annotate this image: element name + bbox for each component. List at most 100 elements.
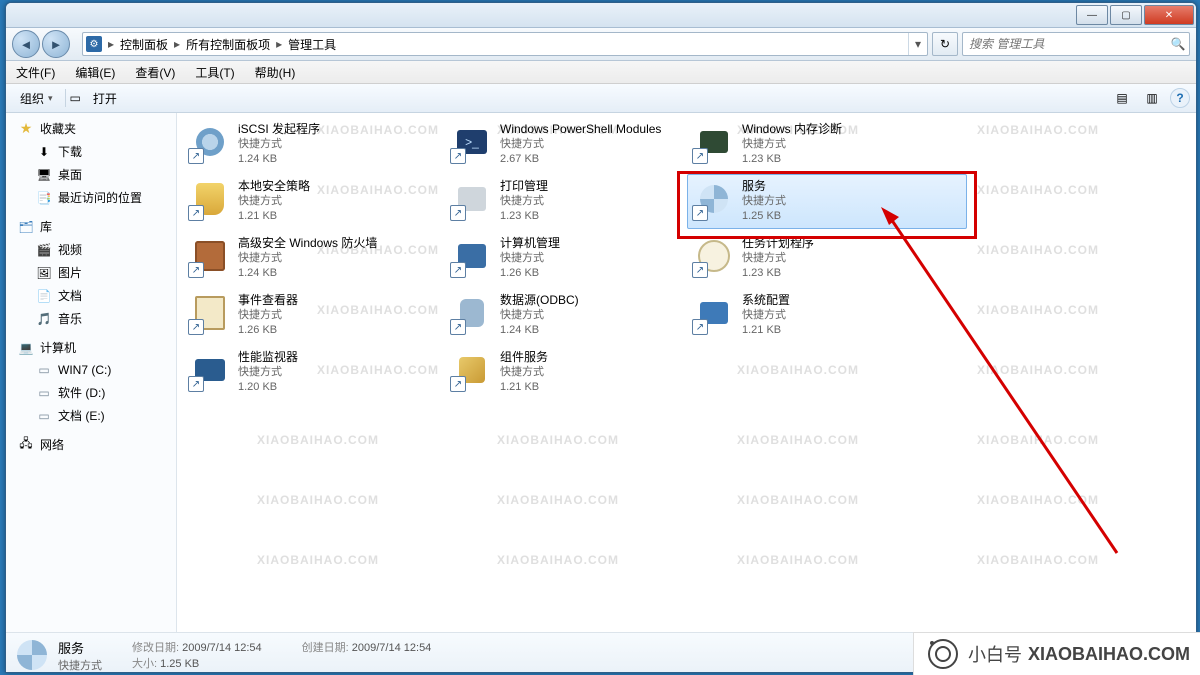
chevron-right-icon: ▸	[172, 37, 182, 51]
brand-icon	[928, 639, 958, 669]
shortcut-icon: ↗	[692, 319, 708, 335]
item-iscsi[interactable]: ↗ iSCSI 发起程序快捷方式1.24 KB	[183, 117, 435, 172]
sidebar-desktop[interactable]: 🖥桌面	[6, 163, 176, 186]
details-name: 服务	[58, 638, 102, 657]
shortcut-icon: ↗	[188, 376, 204, 392]
star-icon: ★	[18, 121, 34, 137]
sidebar-music[interactable]: 🎵音乐	[6, 307, 176, 330]
desktop-icon: 🖥	[36, 167, 52, 183]
open-icon: ▭	[70, 91, 81, 105]
item-odbc[interactable]: ↗ 数据源(ODBC)快捷方式1.24 KB	[445, 288, 685, 343]
drive-icon: ▭	[36, 362, 52, 378]
picture-icon: 🖼	[36, 265, 52, 281]
file-list[interactable]: XIAOBAIHAO.COM XIAOBAIHAO.COM XIAOBAIHAO…	[177, 113, 1196, 632]
drive-icon: ▭	[36, 408, 52, 424]
shortcut-icon: ↗	[450, 376, 466, 392]
network-icon: 🖧	[18, 437, 34, 453]
close-button[interactable]: ✕	[1144, 5, 1194, 25]
search-icon[interactable]: 🔍	[1167, 37, 1189, 51]
shortcut-icon: ↗	[450, 205, 466, 221]
item-task-scheduler[interactable]: ↗ 任务计划程序快捷方式1.23 KB	[687, 231, 967, 286]
help-button[interactable]: ?	[1170, 88, 1190, 108]
item-local-security[interactable]: ↗ 本地安全策略快捷方式1.21 KB	[183, 174, 435, 229]
titlebar: — ▢ ✕	[6, 3, 1196, 28]
recent-icon: 📑	[36, 190, 52, 206]
menu-help[interactable]: 帮助(H)	[245, 61, 306, 83]
details-modified: 2009/7/14 12:54	[182, 642, 262, 654]
crumb-all-items[interactable]: 所有控制面板项	[182, 33, 274, 55]
item-component-services[interactable]: ↗ 组件服务快捷方式1.21 KB	[445, 345, 685, 400]
chevron-down-icon: ▾	[48, 93, 53, 104]
chevron-right-icon: ▸	[106, 37, 116, 51]
menu-file[interactable]: 文件(F)	[6, 61, 65, 83]
drive-icon: ▭	[36, 385, 52, 401]
sidebar-recent[interactable]: 📑最近访问的位置	[6, 186, 176, 209]
search-box[interactable]: 🔍	[962, 32, 1190, 56]
shortcut-icon: ↗	[450, 148, 466, 164]
shortcut-icon: ↗	[188, 148, 204, 164]
shortcut-icon: ↗	[450, 319, 466, 335]
organize-button[interactable]: 组织▾	[12, 87, 61, 109]
sidebar-libraries[interactable]: 🗂库	[6, 215, 176, 238]
address-bar[interactable]: ⚙ ▸ 控制面板 ▸ 所有控制面板项 ▸ 管理工具 ▾	[82, 32, 928, 56]
back-button[interactable]: ◄	[12, 30, 40, 58]
brand-footer: 小白号 XIAOBAIHAO.COM	[913, 632, 1200, 675]
toolbar: 组织▾ ▭ 打开 ▤ ▥ ?	[6, 84, 1196, 113]
crumb-admin-tools[interactable]: 管理工具	[284, 33, 340, 55]
sidebar-downloads[interactable]: ⬇下载	[6, 140, 176, 163]
item-event-viewer[interactable]: ↗ 事件查看器快捷方式1.26 KB	[183, 288, 435, 343]
document-icon: 📄	[36, 288, 52, 304]
open-button[interactable]: 打开	[85, 87, 125, 109]
nav-row: ◄ ► ⚙ ▸ 控制面板 ▸ 所有控制面板项 ▸ 管理工具 ▾ ↻ 🔍	[6, 28, 1196, 61]
details-type: 快捷方式	[58, 657, 102, 673]
crumb-control-panel[interactable]: 控制面板	[116, 33, 172, 55]
sidebar-network[interactable]: 🖧网络	[6, 433, 176, 456]
explorer-window: — ▢ ✕ ◄ ► ⚙ ▸ 控制面板 ▸ 所有控制面板项 ▸ 管理工具 ▾ ↻ …	[5, 2, 1197, 673]
item-powershell[interactable]: >_↗ Windows PowerShell Modules快捷方式2.67 K…	[445, 117, 685, 172]
sidebar-computer[interactable]: 💻计算机	[6, 336, 176, 359]
navigation-pane[interactable]: ★收藏夹 ⬇下载 🖥桌面 📑最近访问的位置 🗂库 🎬视频 🖼图片 📄文档 🎵音乐…	[6, 113, 177, 632]
details-created: 2009/7/14 12:54	[352, 642, 432, 654]
item-memory-diag[interactable]: ↗ Windows 内存诊断快捷方式1.23 KB	[687, 117, 967, 172]
item-computer-mgmt[interactable]: ↗ 计算机管理快捷方式1.26 KB	[445, 231, 685, 286]
minimize-button[interactable]: —	[1076, 5, 1108, 25]
video-icon: 🎬	[36, 242, 52, 258]
details-size: 1.25 KB	[160, 658, 199, 670]
item-perf-monitor[interactable]: ↗ 性能监视器快捷方式1.20 KB	[183, 345, 435, 400]
menu-edit[interactable]: 编辑(E)	[65, 61, 125, 83]
chevron-right-icon: ▸	[274, 37, 284, 51]
control-panel-icon: ⚙	[86, 36, 102, 52]
shortcut-icon: ↗	[692, 148, 708, 164]
menu-bar: 文件(F) 编辑(E) 查看(V) 工具(T) 帮助(H)	[6, 61, 1196, 84]
menu-view[interactable]: 查看(V)	[125, 61, 185, 83]
sidebar-drive-c[interactable]: ▭WIN7 (C:)	[6, 359, 176, 381]
item-firewall[interactable]: ↗ 高级安全 Windows 防火墙快捷方式1.24 KB	[183, 231, 435, 286]
maximize-button[interactable]: ▢	[1110, 5, 1142, 25]
item-services[interactable]: ↗ 服务快捷方式1.25 KB	[687, 174, 967, 229]
shortcut-icon: ↗	[188, 319, 204, 335]
shortcut-icon: ↗	[450, 262, 466, 278]
search-input[interactable]	[963, 37, 1167, 51]
forward-button[interactable]: ►	[42, 30, 70, 58]
sidebar-documents[interactable]: 📄文档	[6, 284, 176, 307]
separator	[65, 89, 66, 107]
sidebar-drive-e[interactable]: ▭文档 (E:)	[6, 404, 176, 427]
preview-pane-button[interactable]: ▥	[1140, 86, 1164, 110]
shortcut-icon: ↗	[692, 262, 708, 278]
item-print-mgmt[interactable]: ↗ 打印管理快捷方式1.23 KB	[445, 174, 685, 229]
main-area: ★收藏夹 ⬇下载 🖥桌面 📑最近访问的位置 🗂库 🎬视频 🖼图片 📄文档 🎵音乐…	[6, 113, 1196, 632]
sidebar-pictures[interactable]: 🖼图片	[6, 261, 176, 284]
shortcut-icon: ↗	[188, 262, 204, 278]
view-options-button[interactable]: ▤	[1110, 86, 1134, 110]
shortcut-icon: ↗	[188, 205, 204, 221]
sidebar-favorites[interactable]: ★收藏夹	[6, 117, 176, 140]
menu-tools[interactable]: 工具(T)	[185, 61, 244, 83]
services-icon	[16, 639, 48, 671]
library-icon: 🗂	[18, 219, 34, 235]
refresh-button[interactable]: ↻	[932, 32, 958, 56]
item-system-config[interactable]: ↗ 系统配置快捷方式1.21 KB	[687, 288, 967, 343]
address-dropdown[interactable]: ▾	[908, 33, 927, 55]
sidebar-drive-d[interactable]: ▭软件 (D:)	[6, 381, 176, 404]
sidebar-videos[interactable]: 🎬视频	[6, 238, 176, 261]
computer-icon: 💻	[18, 340, 34, 356]
